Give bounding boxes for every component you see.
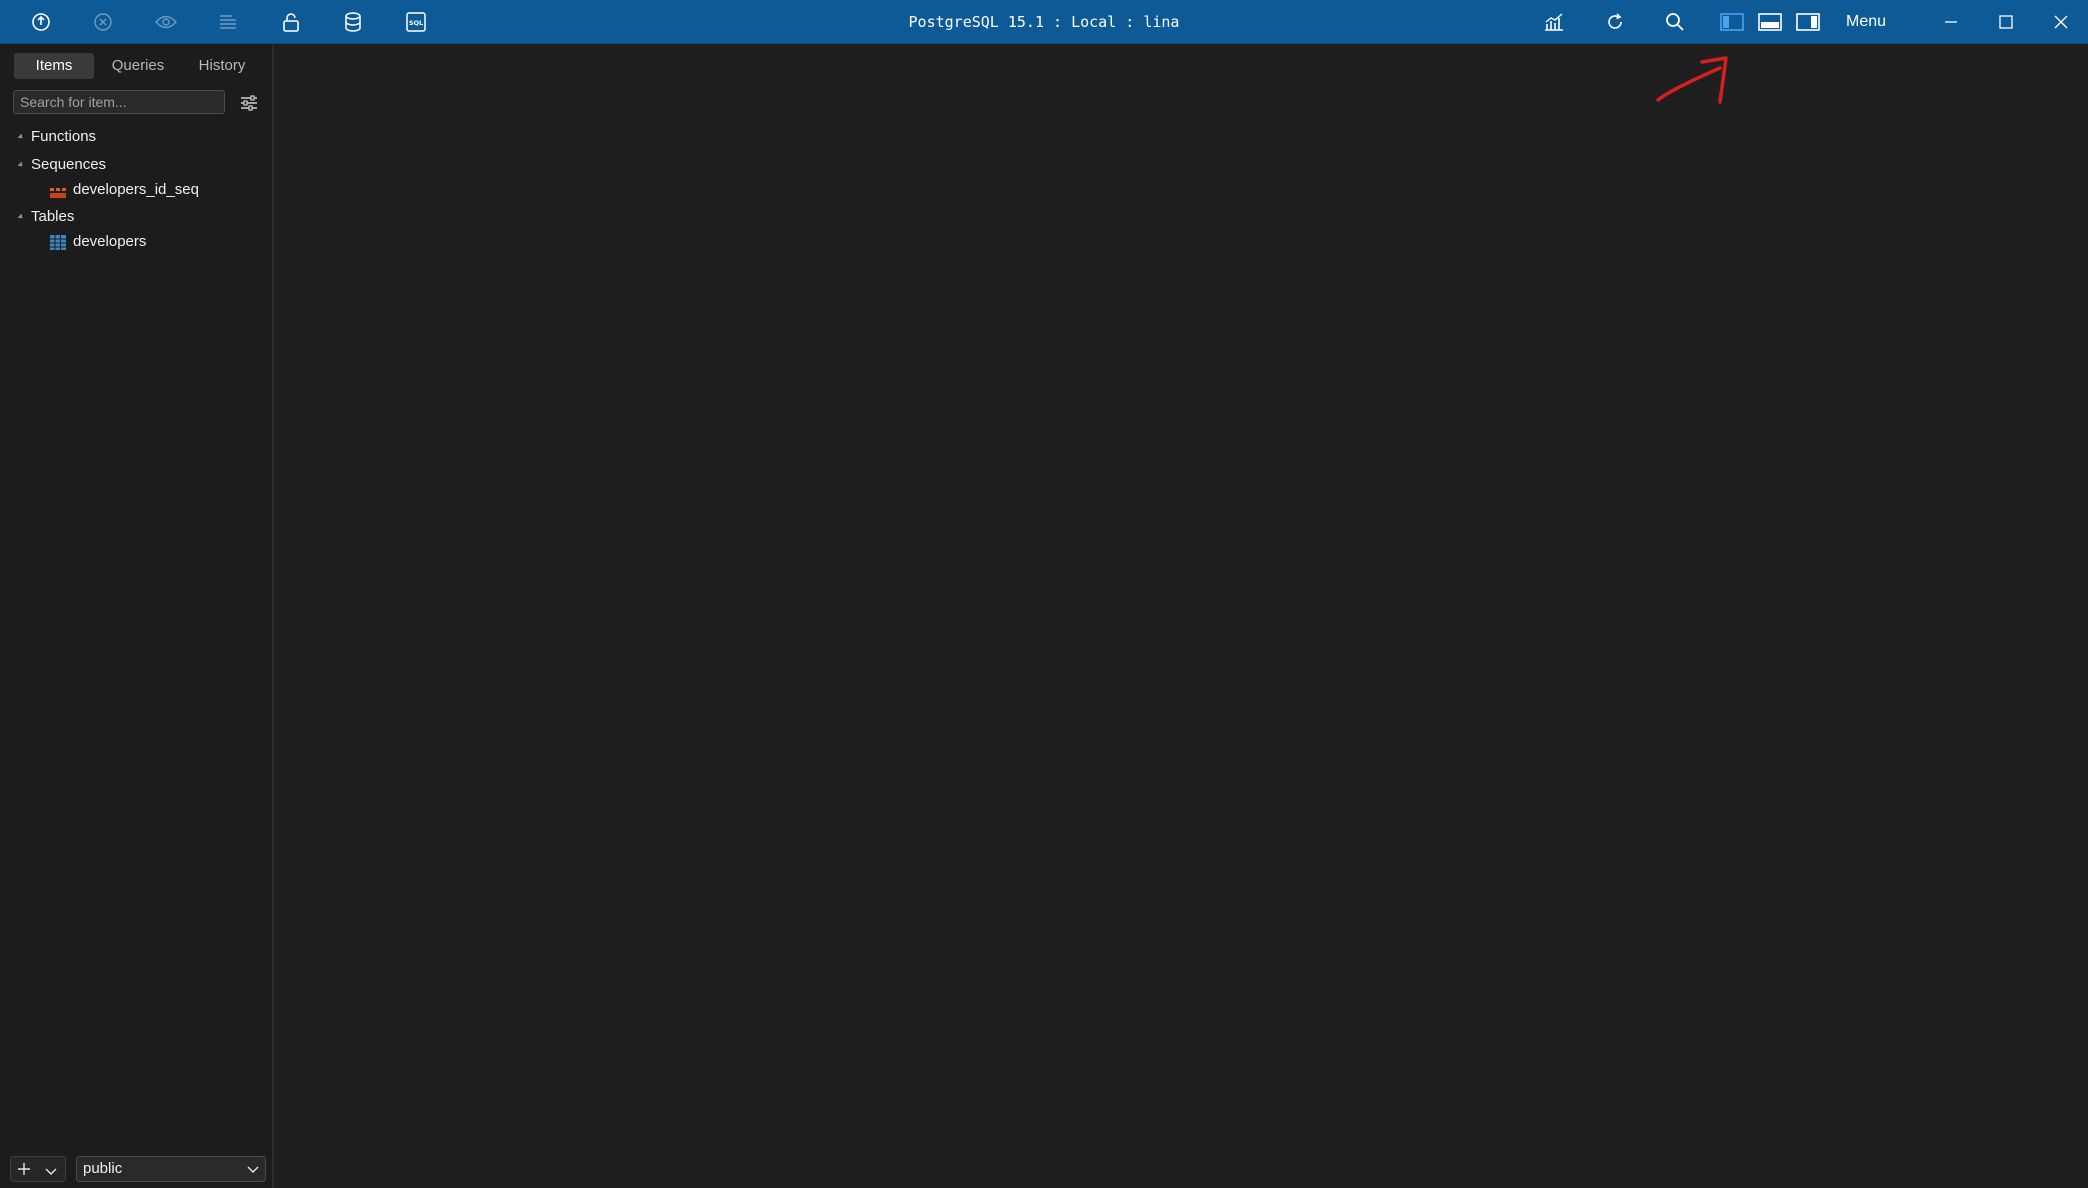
toggle-bottom-panel-icon[interactable]: [1756, 8, 1784, 36]
filter-icon[interactable]: [238, 92, 260, 114]
svg-text:SQL: SQL: [409, 19, 423, 27]
tree-node-label: Sequences: [31, 156, 107, 173]
close-icon[interactable]: [2047, 8, 2075, 36]
sql-query-icon[interactable]: SQL: [402, 8, 430, 36]
chevron-down-icon[interactable]: [45, 1164, 57, 1182]
activity-monitor-icon[interactable]: [1540, 8, 1568, 36]
tree-node-label: Tables: [31, 208, 75, 225]
expand-caret-icon[interactable]: [17, 133, 25, 141]
add-item-button[interactable]: [10, 1156, 66, 1182]
preview-icon[interactable]: [152, 8, 180, 36]
expand-caret-icon[interactable]: [17, 161, 25, 169]
lock-icon[interactable]: [277, 8, 305, 36]
title-bar: SQL PostgreSQL 15.1 : Local : lina Menu: [0, 0, 2088, 44]
tree-node-label: Functions: [31, 128, 97, 145]
refresh-icon[interactable]: [1601, 8, 1629, 36]
sidebar: Items Queries History Functions Sequence…: [0, 44, 274, 1188]
table-icon: [50, 235, 66, 257]
tab-history[interactable]: History: [182, 53, 262, 79]
close-connection-icon[interactable]: [89, 8, 117, 36]
format-icon[interactable]: [214, 8, 242, 36]
plus-icon: [17, 1162, 31, 1181]
menu-button[interactable]: Menu: [1846, 0, 1886, 44]
connection-icon[interactable]: [27, 8, 55, 36]
tab-queries[interactable]: Queries: [98, 53, 178, 79]
tree-node-label: developers_id_seq: [73, 181, 199, 198]
toggle-right-panel-icon[interactable]: [1794, 8, 1822, 36]
tree-node-label: developers: [73, 233, 147, 250]
sidebar-footer: public: [0, 1152, 272, 1186]
database-icon[interactable]: [339, 8, 367, 36]
workspace[interactable]: [274, 44, 2088, 1188]
minimize-icon[interactable]: [1937, 8, 1965, 36]
schema-select-value: public: [83, 1160, 123, 1177]
chevron-down-icon: [247, 1166, 259, 1173]
tab-items[interactable]: Items: [14, 53, 94, 79]
expand-caret-icon[interactable]: [17, 213, 25, 221]
schema-select[interactable]: public: [76, 1156, 266, 1182]
maximize-icon[interactable]: [1992, 8, 2020, 36]
sequence-icon: [50, 184, 66, 206]
toggle-left-panel-icon[interactable]: [1718, 8, 1746, 36]
search-icon[interactable]: [1661, 8, 1689, 36]
search-input[interactable]: [13, 90, 225, 114]
